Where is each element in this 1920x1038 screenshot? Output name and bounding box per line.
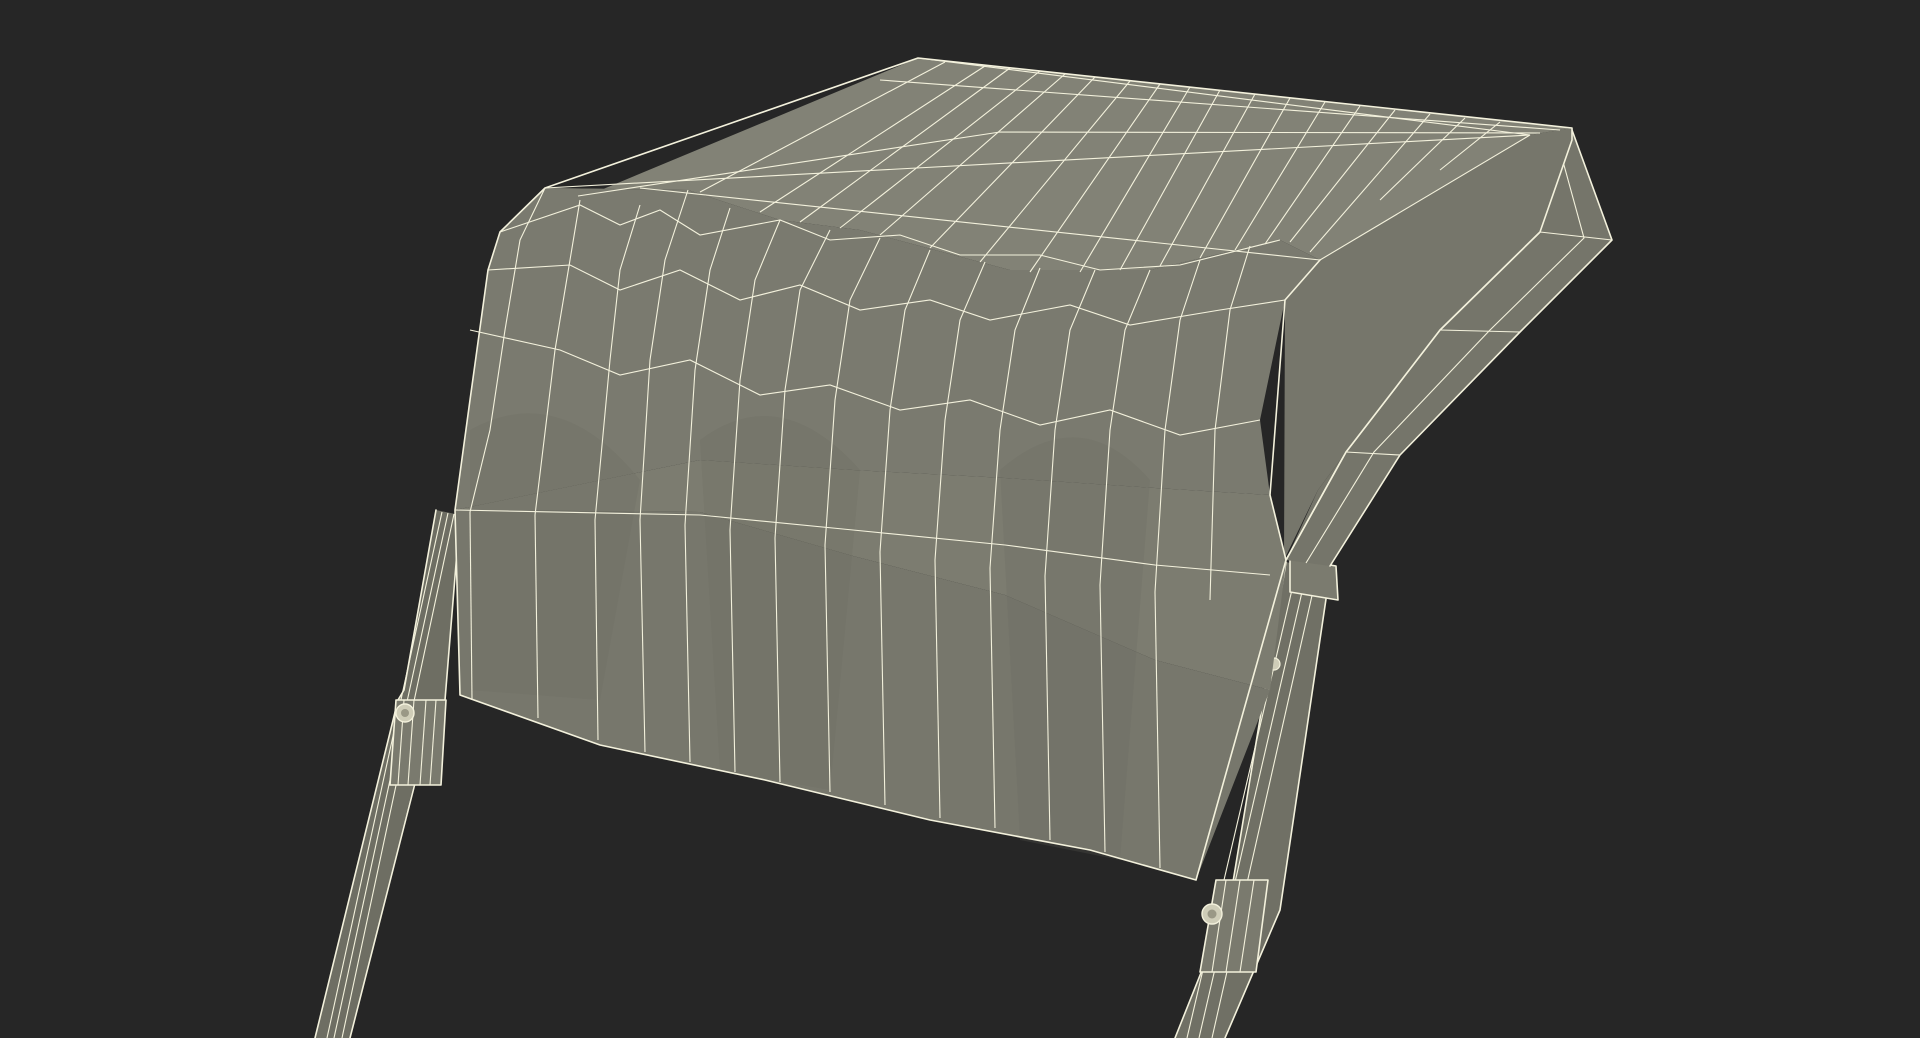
left-bolt	[395, 703, 415, 723]
canopy-body	[454, 57, 1573, 881]
right-bolt-lower	[1201, 903, 1223, 925]
wireframe-render	[314, 57, 1613, 1038]
render-viewport	[0, 0, 1920, 1038]
left-strut	[314, 509, 461, 1038]
